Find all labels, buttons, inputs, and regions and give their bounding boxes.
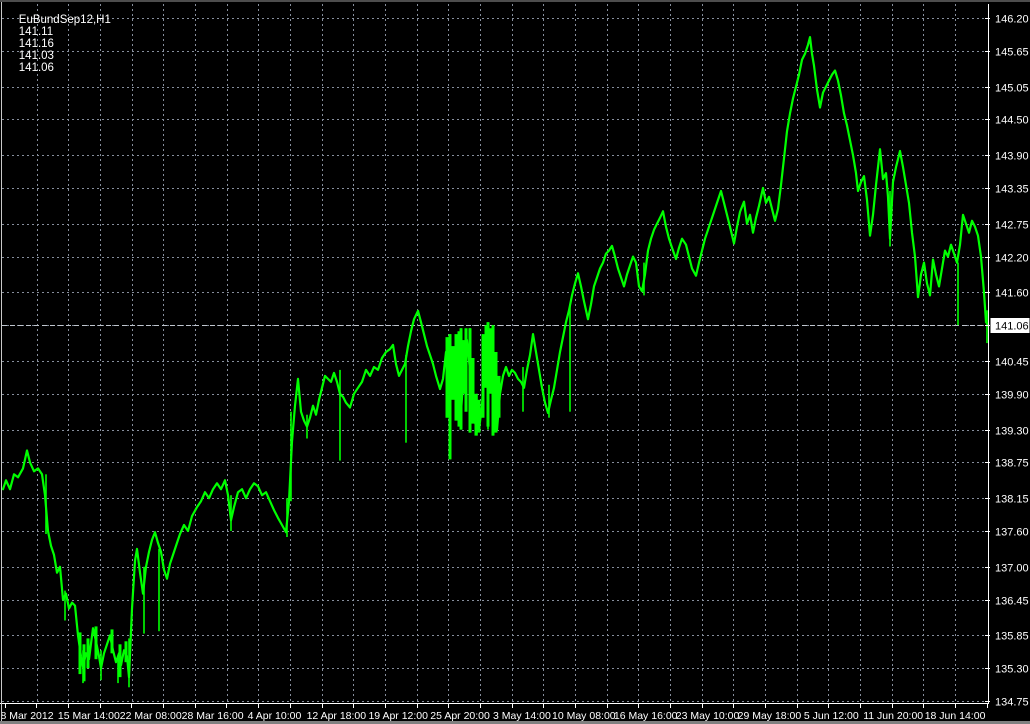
price-tick-label: 135.85 <box>995 631 1029 643</box>
symbol-period-label: EuBundSep12,H1 <box>18 14 111 26</box>
price-tick-label: 135.30 <box>995 664 1029 676</box>
price-series <box>1 35 990 688</box>
price-tick-label: 141.60 <box>995 288 1029 300</box>
ohlc-close: 141.06 <box>18 62 54 74</box>
current-price-box: 141.06 <box>990 318 1030 333</box>
price-tick-label: 146.20 <box>995 14 1029 26</box>
ohlc-low: 141.03 <box>18 50 54 62</box>
price-tick-label: 145.65 <box>995 47 1029 59</box>
chart-title: EuBundSep12,H1 141.11 141.16 141.03 141.… <box>6 2 120 86</box>
current-price-value: 141.06 <box>995 321 1029 333</box>
price-tick-label: 137.00 <box>995 563 1029 575</box>
window-frame-top <box>0 0 1030 2</box>
price-tick-label: 143.90 <box>995 151 1029 163</box>
price-tick-label: 139.30 <box>995 426 1029 438</box>
price-tick-label: 140.45 <box>995 357 1029 369</box>
price-tick-label: 145.05 <box>995 83 1029 95</box>
price-scale[interactable]: 146.20 145.65 145.05 144.50 143.90 143.35 142.… <box>985 14 1029 709</box>
price-tick-label: 136.45 <box>995 596 1029 608</box>
price-tick-label: 143.35 <box>995 184 1029 196</box>
ohlc-open: 141.11 <box>18 26 54 38</box>
window-frame-left <box>1 2 2 721</box>
price-tick-label: 139.90 <box>995 390 1029 402</box>
price-tick-label: 138.75 <box>995 458 1029 470</box>
ohlc-high: 141.16 <box>18 38 54 50</box>
price-tick-label: 134.75 <box>995 697 1029 709</box>
price-tick-label: 142.75 <box>995 220 1029 232</box>
price-tick-label: 137.60 <box>995 527 1029 539</box>
chart-window: 146.20 145.65 145.05 144.50 143.90 143.35 142.… <box>0 0 1030 724</box>
time-scale[interactable]: 8 Mar 2012 15 Mar 14:00 22 Mar 08:00 28 Mar… <box>0 704 988 722</box>
price-tick-label: 144.50 <box>995 115 1029 127</box>
price-tick-label: 138.15 <box>995 494 1029 506</box>
price-tick-label: 142.20 <box>995 253 1029 265</box>
price-chart[interactable]: 146.20 145.65 145.05 144.50 143.90 143.35 142.… <box>0 0 1030 724</box>
